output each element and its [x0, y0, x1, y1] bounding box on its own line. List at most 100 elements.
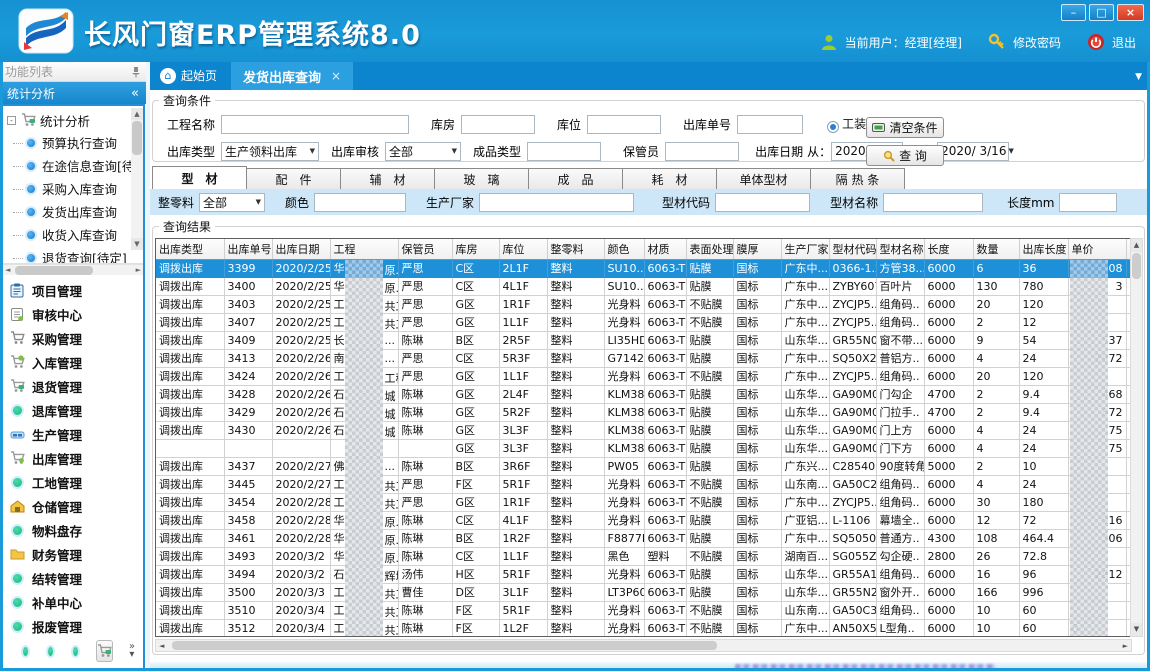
tree-horizontal-scrollbar[interactable]: ◄ ►: [3, 264, 143, 275]
stats-group-header[interactable]: 统计分析 «: [0, 82, 146, 104]
tree-item-5[interactable]: 收货入库查询: [7, 223, 143, 246]
table-row[interactable]: 调拨出库34612020/2/28华原..陈琳B区1R2F整料F8877FT60…: [156, 529, 1132, 547]
table-row[interactable]: 调拨出库34132020/2/26南...严思C区5R3F整料G71422606…: [156, 349, 1132, 367]
tree-item-3[interactable]: 采购入库查询: [7, 177, 143, 200]
tab-shipment-query[interactable]: 发货出库查询 ×: [231, 62, 353, 90]
out-type-select[interactable]: 生产领料出库▼: [221, 142, 319, 161]
module-dot-icon[interactable]: [46, 645, 55, 658]
scroll-up-icon[interactable]: ▲: [131, 108, 143, 120]
scrollbar-thumb[interactable]: [132, 121, 142, 155]
table-row[interactable]: 调拨出库34242020/2/26工工程严思G区1L1F整料光身料6063-T5…: [156, 367, 1132, 385]
grid-vertical-scrollbar[interactable]: ▲ ▼: [1130, 238, 1143, 637]
sidebar-item-10[interactable]: 仓储管理: [9, 494, 143, 518]
grid-header-cell[interactable]: 膜厚: [733, 239, 781, 259]
grid-header-cell[interactable]: 工程: [330, 239, 398, 259]
scroll-left-icon[interactable]: ◄: [5, 265, 10, 276]
scroll-right-icon[interactable]: ►: [1123, 640, 1128, 652]
name-input[interactable]: [883, 193, 983, 212]
sidebar-item-2[interactable]: 审核中心: [9, 302, 143, 326]
grid-header-cell[interactable]: 保管员: [398, 239, 452, 259]
module-dot-icon[interactable]: [21, 645, 30, 658]
table-row[interactable]: 调拨出库34372020/2/27佛...陈琳B区3R6F整料PW056063-…: [156, 457, 1132, 475]
grid-header-cell[interactable]: 库房: [452, 239, 499, 259]
material-tab-3[interactable]: 辅 材: [340, 168, 435, 189]
table-row[interactable]: 调拨出库35002020/3/3工共工程曹佳D区3L1F整料LT3P606063…: [156, 583, 1132, 601]
module-dot-icon[interactable]: [71, 645, 80, 658]
table-row[interactable]: 调拨出库34292020/2/26石城陈琳G区5R2F整料KLM38176063…: [156, 403, 1132, 421]
product-type-input[interactable]: [527, 142, 601, 161]
table-row[interactable]: 调拨出库34032020/2/25工共工程严思G区1R1F整料光身料6063-T…: [156, 295, 1132, 313]
material-tab-4[interactable]: 玻 璃: [434, 168, 529, 189]
table-row[interactable]: 调拨出库34302020/2/26石城陈琳G区3L3F整料KLM38176063…: [156, 421, 1132, 439]
table-row[interactable]: 调拨出库35122020/3/4工共工程陈琳F区1L2F整料光身料6063-T5…: [156, 619, 1132, 637]
grid-header-cell[interactable]: 表面处理: [686, 239, 733, 259]
sidebar-item-4[interactable]: 入库管理: [9, 350, 143, 374]
tree-expander-icon[interactable]: -: [7, 116, 16, 125]
sidebar-item-5[interactable]: 退货管理: [9, 374, 143, 398]
pin-icon[interactable]: [131, 66, 141, 78]
table-row[interactable]: 调拨出库34942020/3/2石辉城汤伟H区5R1F整料光身料6063-T5贴…: [156, 565, 1132, 583]
sidebar-item-14[interactable]: 补单中心: [9, 590, 143, 614]
sidebar-item-9[interactable]: 工地管理: [9, 470, 143, 494]
table-row[interactable]: 调拨出库34002020/2/25华原..严思C区4L1F整料SU10...60…: [156, 277, 1132, 295]
minimize-button[interactable]: –: [1061, 4, 1086, 21]
grid-header-cell[interactable]: 单价: [1068, 239, 1126, 259]
radio-gongzhuang[interactable]: 工装: [827, 115, 866, 133]
factory-input[interactable]: [479, 193, 634, 212]
tab-close-icon[interactable]: ×: [331, 69, 341, 83]
scrollbar-thumb[interactable]: [1132, 253, 1141, 279]
grid-header-cell[interactable]: 长度: [924, 239, 973, 259]
material-tab-6[interactable]: 耗 材: [622, 168, 717, 189]
scrollbar-thumb[interactable]: [172, 641, 717, 650]
table-row[interactable]: 调拨出库35102020/3/4工共工程陈琳F区5R1F整料光身料6063-T5…: [156, 601, 1132, 619]
cart-module-button[interactable]: [96, 640, 113, 662]
whole-part-select[interactable]: 全部▼: [199, 193, 265, 212]
table-row[interactable]: 调拨出库34092020/2/25长...陈琳B区2R5F整料LI35HD606…: [156, 331, 1132, 349]
sidebar-item-8[interactable]: 出库管理: [9, 446, 143, 470]
table-row[interactable]: G区3L3F整料KLM38176063-T5贴膜国标山东华...GA90M09.…: [156, 439, 1132, 457]
sidebar-item-15[interactable]: 报废管理: [9, 614, 143, 638]
table-row[interactable]: 调拨出库33992020/2/25华原..严思C区2L1F整料SU10...60…: [156, 259, 1132, 277]
grid-header-cell[interactable]: 出库日期: [272, 239, 330, 259]
grid-header-cell[interactable]: 生产厂家: [781, 239, 829, 259]
table-row[interactable]: 调拨出库34582020/2/28华原..陈琳C区4L1F整料光身料6063-T…: [156, 511, 1132, 529]
tree-root-item[interactable]: - 统计分析: [7, 109, 143, 131]
material-tab-2[interactable]: 配 件: [246, 168, 341, 189]
grid-header-cell[interactable]: 型材名称: [876, 239, 924, 259]
grid-header-cell[interactable]: 出库单号: [224, 239, 272, 259]
table-row[interactable]: 调拨出库34452020/2/27工共工程严思F区5R1F整料光身料6063-T…: [156, 475, 1132, 493]
grid-header-cell[interactable]: 出库类型: [156, 239, 224, 259]
tree-item-4[interactable]: 发货出库查询: [7, 200, 143, 223]
more-modules-button[interactable]: »▾: [129, 643, 135, 659]
search-button[interactable]: 查 询: [866, 145, 944, 166]
grid-header-cell[interactable]: 整零料: [547, 239, 604, 259]
maximize-button[interactable]: □: [1089, 4, 1114, 21]
material-tab-1[interactable]: 型 材: [152, 166, 247, 189]
audit-select[interactable]: 全部▼: [385, 142, 461, 161]
date-to-select[interactable]: 2020/ 3/16▼: [937, 142, 1009, 161]
keeper-input[interactable]: [665, 142, 739, 161]
material-tab-5[interactable]: 成 品: [528, 168, 623, 189]
order-no-input[interactable]: [737, 115, 803, 134]
tab-home[interactable]: ⌂ 起始页: [150, 67, 231, 90]
table-row[interactable]: 调拨出库34932020/3/2华原..陈琳C区1L1F整料黑色塑料不贴膜国标湖…: [156, 547, 1132, 565]
code-input[interactable]: [715, 193, 810, 212]
material-tab-8[interactable]: 隔 热 条: [810, 168, 905, 189]
scrollbar-thumb[interactable]: [15, 266, 93, 275]
tree-item-6[interactable]: 退货查询[待定]: [7, 246, 143, 264]
grid-header-cell[interactable]: 型材代码: [829, 239, 876, 259]
tree-vertical-scrollbar[interactable]: ▲ ▼: [131, 108, 143, 250]
project-name-input[interactable]: [221, 115, 409, 134]
grid-header-cell[interactable]: 数量: [973, 239, 1019, 259]
change-password-link[interactable]: 修改密码: [1013, 34, 1061, 51]
scroll-down-icon[interactable]: ▼: [131, 238, 143, 250]
grid-horizontal-scrollbar[interactable]: ◄ ►: [155, 639, 1132, 652]
grid-header-cell[interactable]: 出库长度: [1019, 239, 1068, 259]
close-button[interactable]: ×: [1117, 4, 1144, 21]
material-tab-7[interactable]: 单体型材: [716, 168, 811, 189]
sidebar-item-3[interactable]: 采购管理: [9, 326, 143, 350]
sidebar-item-7[interactable]: 生产管理: [9, 422, 143, 446]
sidebar-item-6[interactable]: 退库管理: [9, 398, 143, 422]
grid-header-cell[interactable]: 颜色: [604, 239, 644, 259]
scroll-down-icon[interactable]: ▼: [1131, 623, 1142, 636]
